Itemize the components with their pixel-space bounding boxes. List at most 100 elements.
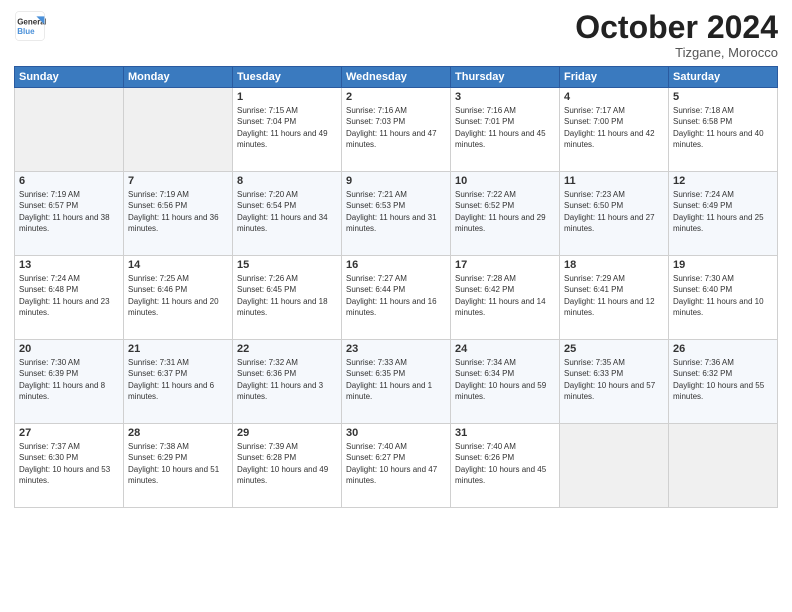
calendar-cell: 19 Sunrise: 7:30 AM Sunset: 6:40 PM Dayli… xyxy=(669,256,778,340)
calendar-cell: 8Sunrise: 7:20 AM Sunset: 6:54 PM Daylig… xyxy=(233,172,342,256)
calendar-cell: 28 Sunrise: 7:38 AM Sunset: 6:29 PM Dayli… xyxy=(124,424,233,508)
day-info: Sunrise: 7:16 AM Sunset: 7:03 PM Dayligh… xyxy=(346,105,446,150)
calendar-cell: 24 Sunrise: 7:34 AM Sunset: 6:34 PM Dayli… xyxy=(451,340,560,424)
day-info: Sunrise: 7:24 AM Sunset: 6:49 PM Dayligh… xyxy=(673,189,773,234)
calendar-cell: 2Sunrise: 7:16 AM Sunset: 7:03 PM Daylig… xyxy=(342,88,451,172)
day-header-tuesday: Tuesday xyxy=(233,67,342,88)
calendar-cell: 22Sunrise: 7:32 AM Sunset: 6:36 PM Dayli… xyxy=(233,340,342,424)
calendar-cell: 17Sunrise: 7:28 AM Sunset: 6:42 PM Dayli… xyxy=(451,256,560,340)
calendar-cell: 12 Sunrise: 7:24 AM Sunset: 6:49 PM Dayli… xyxy=(669,172,778,256)
day-header-monday: Monday xyxy=(124,67,233,88)
calendar-cell: 15 Sunrise: 7:26 AM Sunset: 6:45 PM Dayli… xyxy=(233,256,342,340)
day-number: 24 xyxy=(455,343,555,355)
day-number: 1 xyxy=(237,91,337,103)
day-number: 3 xyxy=(455,91,555,103)
day-info: Sunrise: 7:33 AM Sunset: 6:35 PM Dayligh… xyxy=(346,357,446,402)
day-header-sunday: Sunday xyxy=(15,67,124,88)
calendar-cell: 30 Sunrise: 7:40 AM Sunset: 6:27 PM Dayli… xyxy=(342,424,451,508)
day-info: Sunrise: 7:30 AM Sunset: 6:40 PM Dayligh… xyxy=(673,273,773,318)
day-info: Sunrise: 7:25 AM Sunset: 6:46 PM Dayligh… xyxy=(128,273,228,318)
day-number: 14 xyxy=(128,259,228,271)
day-number: 28 xyxy=(128,427,228,439)
day-info: Sunrise: 7:32 AM Sunset: 6:36 PM Dayligh… xyxy=(237,357,337,402)
day-header-thursday: Thursday xyxy=(451,67,560,88)
day-info: Sunrise: 7:29 AM Sunset: 6:41 PM Dayligh… xyxy=(564,273,664,318)
day-info: Sunrise: 7:23 AM Sunset: 6:50 PM Dayligh… xyxy=(564,189,664,234)
day-info: Sunrise: 7:26 AM Sunset: 6:45 PM Dayligh… xyxy=(237,273,337,318)
calendar-cell xyxy=(15,88,124,172)
day-number: 21 xyxy=(128,343,228,355)
day-number: 29 xyxy=(237,427,337,439)
day-info: Sunrise: 7:30 AM Sunset: 6:39 PM Dayligh… xyxy=(19,357,119,402)
day-number: 30 xyxy=(346,427,446,439)
day-number: 13 xyxy=(19,259,119,271)
day-number: 18 xyxy=(564,259,664,271)
day-info: Sunrise: 7:17 AM Sunset: 7:00 PM Dayligh… xyxy=(564,105,664,150)
day-number: 15 xyxy=(237,259,337,271)
day-info: Sunrise: 7:34 AM Sunset: 6:34 PM Dayligh… xyxy=(455,357,555,402)
calendar-cell: 13 Sunrise: 7:24 AM Sunset: 6:48 PM Dayli… xyxy=(15,256,124,340)
day-info: Sunrise: 7:24 AM Sunset: 6:48 PM Dayligh… xyxy=(19,273,119,318)
calendar-cell xyxy=(669,424,778,508)
week-row-5: 27 Sunrise: 7:37 AM Sunset: 6:30 PM Dayli… xyxy=(15,424,778,508)
calendar-table: SundayMondayTuesdayWednesdayThursdayFrid… xyxy=(14,66,778,508)
week-row-1: 1Sunrise: 7:15 AM Sunset: 7:04 PM Daylig… xyxy=(15,88,778,172)
day-number: 20 xyxy=(19,343,119,355)
day-info: Sunrise: 7:40 AM Sunset: 6:27 PM Dayligh… xyxy=(346,441,446,486)
calendar-cell: 26Sunrise: 7:36 AM Sunset: 6:32 PM Dayli… xyxy=(669,340,778,424)
day-info: Sunrise: 7:40 AM Sunset: 6:26 PM Dayligh… xyxy=(455,441,555,486)
day-info: Sunrise: 7:21 AM Sunset: 6:53 PM Dayligh… xyxy=(346,189,446,234)
day-number: 9 xyxy=(346,175,446,187)
calendar-cell xyxy=(124,88,233,172)
calendar-cell: 10 Sunrise: 7:22 AM Sunset: 6:52 PM Dayli… xyxy=(451,172,560,256)
day-info: Sunrise: 7:35 AM Sunset: 6:33 PM Dayligh… xyxy=(564,357,664,402)
header: General Blue October 2024 Tizgane, Moroc… xyxy=(14,10,778,60)
logo-icon: General Blue xyxy=(14,10,46,42)
day-header-wednesday: Wednesday xyxy=(342,67,451,88)
day-info: Sunrise: 7:22 AM Sunset: 6:52 PM Dayligh… xyxy=(455,189,555,234)
day-number: 8 xyxy=(237,175,337,187)
day-number: 10 xyxy=(455,175,555,187)
day-number: 6 xyxy=(19,175,119,187)
month-title: October 2024 xyxy=(575,10,778,45)
day-number: 23 xyxy=(346,343,446,355)
calendar-cell: 11 Sunrise: 7:23 AM Sunset: 6:50 PM Dayli… xyxy=(560,172,669,256)
day-number: 31 xyxy=(455,427,555,439)
day-info: Sunrise: 7:38 AM Sunset: 6:29 PM Dayligh… xyxy=(128,441,228,486)
day-number: 25 xyxy=(564,343,664,355)
day-number: 4 xyxy=(564,91,664,103)
day-info: Sunrise: 7:18 AM Sunset: 6:58 PM Dayligh… xyxy=(673,105,773,150)
day-number: 5 xyxy=(673,91,773,103)
calendar-page: General Blue October 2024 Tizgane, Moroc… xyxy=(0,0,792,612)
calendar-cell: 21 Sunrise: 7:31 AM Sunset: 6:37 PM Dayli… xyxy=(124,340,233,424)
calendar-cell: 18 Sunrise: 7:29 AM Sunset: 6:41 PM Dayli… xyxy=(560,256,669,340)
calendar-cell: 1Sunrise: 7:15 AM Sunset: 7:04 PM Daylig… xyxy=(233,88,342,172)
day-number: 11 xyxy=(564,175,664,187)
calendar-cell xyxy=(560,424,669,508)
calendar-cell: 23 Sunrise: 7:33 AM Sunset: 6:35 PM Dayli… xyxy=(342,340,451,424)
day-number: 16 xyxy=(346,259,446,271)
day-number: 12 xyxy=(673,175,773,187)
day-header-saturday: Saturday xyxy=(669,67,778,88)
title-block: October 2024 Tizgane, Morocco xyxy=(575,10,778,60)
svg-text:Blue: Blue xyxy=(17,27,35,36)
day-info: Sunrise: 7:19 AM Sunset: 6:57 PM Dayligh… xyxy=(19,189,119,234)
day-info: Sunrise: 7:37 AM Sunset: 6:30 PM Dayligh… xyxy=(19,441,119,486)
day-info: Sunrise: 7:39 AM Sunset: 6:28 PM Dayligh… xyxy=(237,441,337,486)
calendar-cell: 25 Sunrise: 7:35 AM Sunset: 6:33 PM Dayli… xyxy=(560,340,669,424)
calendar-cell: 5 Sunrise: 7:18 AM Sunset: 6:58 PM Daylig… xyxy=(669,88,778,172)
calendar-cell: 9 Sunrise: 7:21 AM Sunset: 6:53 PM Daylig… xyxy=(342,172,451,256)
day-number: 27 xyxy=(19,427,119,439)
calendar-cell: 4 Sunrise: 7:17 AM Sunset: 7:00 PM Daylig… xyxy=(560,88,669,172)
calendar-cell: 20 Sunrise: 7:30 AM Sunset: 6:39 PM Dayli… xyxy=(15,340,124,424)
calendar-cell: 7Sunrise: 7:19 AM Sunset: 6:56 PM Daylig… xyxy=(124,172,233,256)
week-row-4: 20 Sunrise: 7:30 AM Sunset: 6:39 PM Dayli… xyxy=(15,340,778,424)
day-info: Sunrise: 7:28 AM Sunset: 6:42 PM Dayligh… xyxy=(455,273,555,318)
day-info: Sunrise: 7:31 AM Sunset: 6:37 PM Dayligh… xyxy=(128,357,228,402)
day-info: Sunrise: 7:36 AM Sunset: 6:32 PM Dayligh… xyxy=(673,357,773,402)
day-number: 19 xyxy=(673,259,773,271)
week-row-3: 13 Sunrise: 7:24 AM Sunset: 6:48 PM Dayli… xyxy=(15,256,778,340)
logo: General Blue xyxy=(14,10,46,42)
day-info: Sunrise: 7:19 AM Sunset: 6:56 PM Dayligh… xyxy=(128,189,228,234)
calendar-cell: 31 Sunrise: 7:40 AM Sunset: 6:26 PM Dayli… xyxy=(451,424,560,508)
